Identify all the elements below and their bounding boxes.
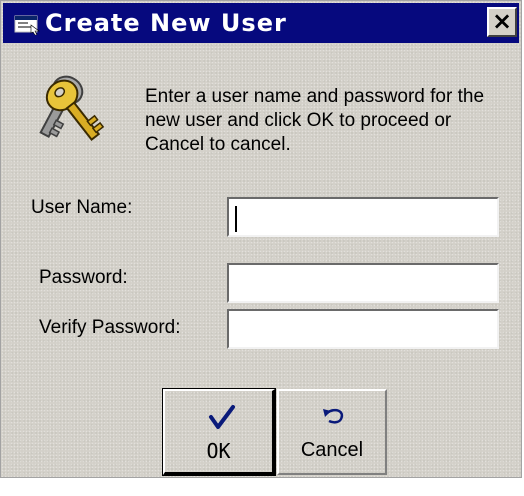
close-button[interactable]: × [487, 7, 517, 37]
verify-password-label: Verify Password: [39, 317, 181, 338]
user-name-input[interactable] [227, 197, 499, 237]
checkmark-icon [209, 405, 235, 429]
title-bar[interactable]: Create New User × [3, 3, 519, 43]
password-input[interactable] [227, 263, 499, 303]
cancel-button[interactable]: Cancel [277, 389, 387, 475]
instructions-text: Enter a user name and password for the n… [145, 86, 485, 155]
ok-label: OK [206, 439, 231, 463]
user-name-label: User Name: [31, 197, 133, 218]
window-icon [14, 15, 40, 35]
verify-password-input[interactable] [227, 309, 499, 349]
create-user-dialog: Create New User × Enter a user name and … [0, 0, 522, 478]
window-title: Create New User [45, 9, 287, 37]
password-label: Password: [39, 267, 128, 288]
text-caret [235, 206, 237, 232]
undo-arrow-icon [323, 408, 344, 424]
cancel-label: Cancel [300, 439, 364, 461]
keys-icon [39, 75, 105, 142]
ok-button[interactable]: OK [162, 388, 276, 476]
